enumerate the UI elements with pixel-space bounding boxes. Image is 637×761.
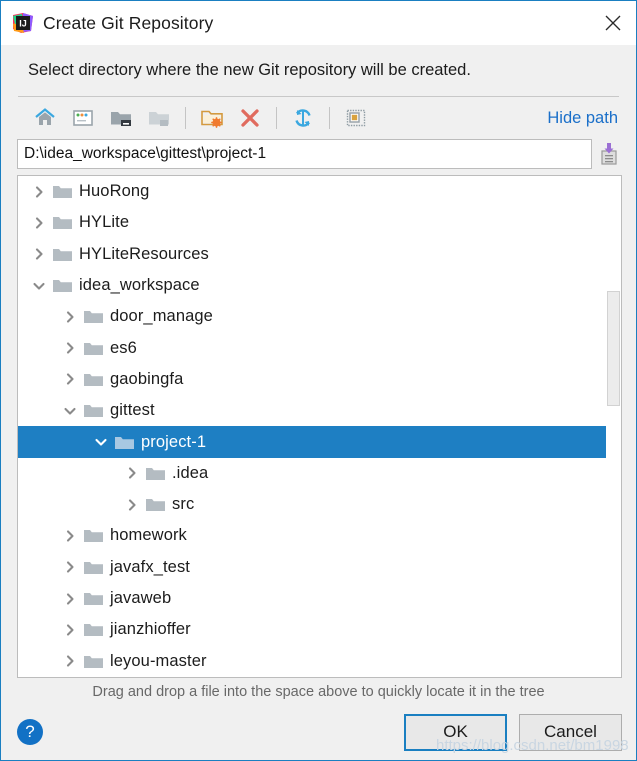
tree-row[interactable]: door_manage — [18, 301, 606, 332]
tree-row-label: javafx_test — [110, 557, 190, 576]
tree-row-label: HYLiteResources — [79, 244, 209, 263]
tree-row[interactable]: javaweb — [18, 583, 606, 614]
tree-row-label: src — [172, 495, 195, 514]
chevron-right-icon[interactable] — [119, 492, 145, 518]
tree-row[interactable]: .idea — [18, 458, 606, 489]
tree-scrollbar-thumb[interactable] — [607, 291, 620, 407]
path-row: D:\idea_workspace\gittest\project-1 — [13, 139, 624, 169]
folder-icon — [83, 620, 107, 640]
ok-button[interactable]: OK — [404, 713, 507, 751]
chevron-right-icon[interactable] — [119, 460, 145, 486]
chevron-right-icon[interactable] — [57, 335, 83, 361]
new-folder-icon[interactable] — [193, 102, 231, 134]
module-folder-icon[interactable] — [140, 102, 178, 134]
tree-row[interactable]: leyou-master — [18, 645, 606, 676]
tree-row-label: gittest — [110, 401, 155, 420]
window-title: Create Git Repository — [43, 12, 214, 33]
paste-from-clipboard-icon[interactable] — [596, 139, 622, 169]
chevron-down-icon[interactable] — [26, 273, 52, 299]
folder-icon — [83, 338, 107, 358]
title-bar: IJ Create Git Repository — [1, 1, 636, 45]
folder-icon — [83, 651, 107, 671]
directory-tree-panel: HuoRong HYLite HYLiteResources idea_workspa… — [17, 175, 622, 678]
drag-drop-hint: Drag and drop a file into the space abov… — [92, 684, 545, 700]
chevron-down-icon[interactable] — [57, 398, 83, 424]
folder-icon — [52, 276, 76, 296]
tree-row-label: es6 — [110, 338, 137, 357]
tree-row-label: leyou-master — [110, 651, 207, 670]
tree-row-label: project-1 — [141, 432, 207, 451]
create-git-repository-dialog: IJ Create Git Repository Select director… — [0, 0, 637, 761]
tree-row[interactable]: HYLite — [18, 207, 606, 238]
tree-row[interactable]: es6 — [18, 332, 606, 363]
toolbar-separator-2 — [276, 107, 277, 129]
chevron-right-icon[interactable] — [57, 366, 83, 392]
dialog-footer: ? OK Cancel — [1, 704, 636, 760]
hide-path-link[interactable]: Hide path — [547, 109, 624, 128]
dialog-body: Select directory where the new Git repos… — [1, 45, 636, 704]
show-hidden-icon[interactable] — [337, 102, 375, 134]
tree-row-label: gaobingfa — [110, 369, 184, 388]
folder-icon — [83, 369, 107, 389]
tree-row[interactable]: jianzhioffer — [18, 614, 606, 645]
chevron-right-icon[interactable] — [26, 241, 52, 267]
tree-row[interactable]: homework — [18, 520, 606, 551]
tree-vertical-scrollbar[interactable] — [606, 176, 621, 677]
home-icon[interactable] — [26, 102, 64, 134]
delete-icon[interactable] — [231, 102, 269, 134]
tree-row[interactable]: gaobingfa — [18, 364, 606, 395]
folder-icon — [145, 463, 169, 483]
folder-icon — [52, 213, 76, 233]
desktop-icon[interactable] — [64, 102, 102, 134]
project-folder-icon[interactable] — [102, 102, 140, 134]
folder-icon — [52, 244, 76, 264]
folder-icon — [83, 526, 107, 546]
chevron-right-icon[interactable] — [26, 179, 52, 205]
folder-icon — [83, 307, 107, 327]
tree-row-label: homework — [110, 526, 187, 545]
svg-text:IJ: IJ — [19, 19, 27, 29]
tree-row-label: HuoRong — [79, 182, 150, 201]
chevron-right-icon[interactable] — [57, 304, 83, 330]
cancel-button[interactable]: Cancel — [519, 713, 622, 751]
tree-row[interactable]: idea_workspace — [18, 270, 606, 301]
prompt-text: Select directory where the new Git repos… — [28, 61, 471, 79]
chevron-right-icon[interactable] — [57, 617, 83, 643]
refresh-icon[interactable] — [284, 102, 322, 134]
chevron-right-icon[interactable] — [57, 648, 83, 674]
intellij-idea-icon: IJ — [12, 12, 34, 34]
folder-icon — [114, 432, 138, 452]
chevron-right-icon[interactable] — [57, 554, 83, 580]
directory-tree[interactable]: HuoRong HYLite HYLiteResources idea_workspa… — [18, 176, 606, 677]
tree-row-label: .idea — [172, 463, 209, 482]
chevron-right-icon[interactable] — [57, 586, 83, 612]
tree-row-label: HYLite — [79, 213, 130, 232]
folder-icon — [52, 182, 76, 202]
file-chooser-toolbar: Hide path — [13, 97, 624, 139]
chevron-down-icon[interactable] — [88, 429, 114, 455]
tree-row-label: idea_workspace — [79, 276, 200, 295]
folder-icon — [83, 557, 107, 577]
tree-row[interactable]: project-1 — [18, 426, 606, 458]
folder-icon — [145, 495, 169, 515]
folder-icon — [83, 401, 107, 421]
tree-row[interactable]: HYLiteResources — [18, 239, 606, 270]
tree-row-label: door_manage — [110, 307, 213, 326]
chevron-right-icon[interactable] — [26, 210, 52, 236]
toolbar-separator-1 — [185, 107, 186, 129]
tree-row[interactable]: HuoRong — [18, 176, 606, 207]
tree-row[interactable]: src — [18, 489, 606, 520]
close-icon[interactable] — [590, 2, 636, 45]
chevron-right-icon[interactable] — [57, 523, 83, 549]
tree-row[interactable]: javafx_test — [18, 552, 606, 583]
path-input[interactable]: D:\idea_workspace\gittest\project-1 — [17, 139, 592, 169]
tree-row[interactable]: gittest — [18, 395, 606, 426]
help-icon[interactable]: ? — [17, 719, 43, 745]
tree-row-label: javaweb — [110, 589, 172, 607]
folder-icon — [83, 589, 107, 609]
tree-row-label: jianzhioffer — [110, 620, 191, 639]
toolbar-separator-3 — [329, 107, 330, 129]
